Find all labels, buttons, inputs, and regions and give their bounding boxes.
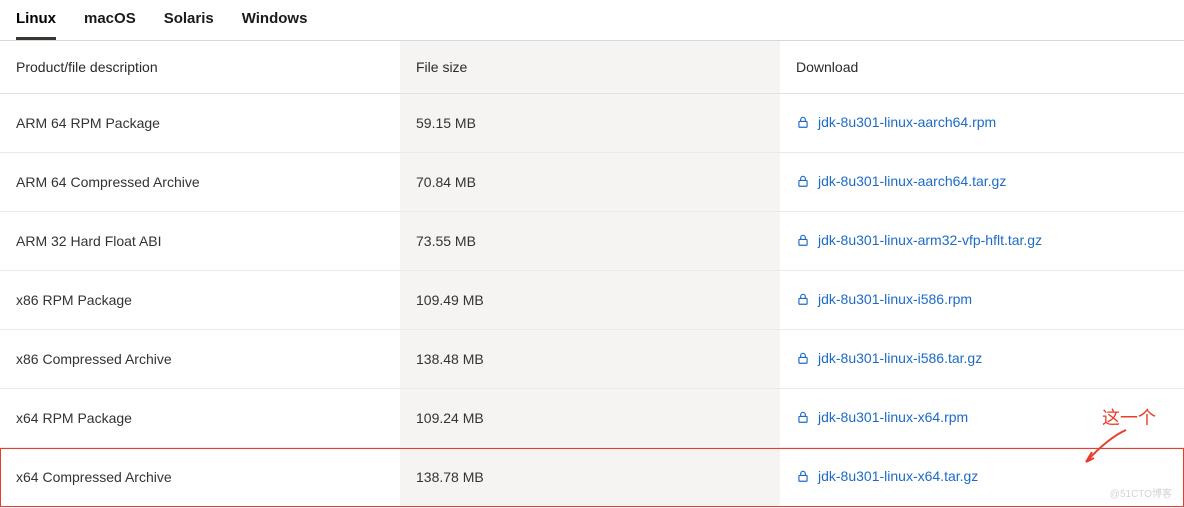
header-download: Download [780,41,1184,94]
header-description: Product/file description [0,41,400,94]
cell-file-size: 70.84 MB [400,153,780,212]
download-filename: jdk-8u301-linux-arm32-vfp-hflt.tar.gz [818,232,1042,248]
cell-file-size: 138.78 MB [400,448,780,507]
download-filename: jdk-8u301-linux-i586.tar.gz [818,350,982,366]
header-file-size: File size [400,41,780,94]
tab-solaris[interactable]: Solaris [164,10,214,40]
cell-download: jdk-8u301-linux-i586.tar.gz [780,330,1184,389]
download-link[interactable]: jdk-8u301-linux-i586.rpm [796,291,972,307]
download-filename: jdk-8u301-linux-x64.tar.gz [818,468,978,484]
os-tabs: Linux macOS Solaris Windows [0,0,1184,41]
download-link[interactable]: jdk-8u301-linux-arm32-vfp-hflt.tar.gz [796,232,1042,248]
cell-file-size: 109.24 MB [400,389,780,448]
cell-description: x86 Compressed Archive [0,330,400,389]
lock-icon [796,174,810,188]
tab-linux[interactable]: Linux [16,10,56,40]
cell-download: jdk-8u301-linux-aarch64.tar.gz [780,153,1184,212]
download-filename: jdk-8u301-linux-x64.rpm [818,409,968,425]
cell-description: x86 RPM Package [0,271,400,330]
download-filename: jdk-8u301-linux-i586.rpm [818,291,972,307]
lock-icon [796,233,810,247]
lock-icon [796,115,810,129]
annotation-text: 这一个 [1102,404,1156,430]
download-link[interactable]: jdk-8u301-linux-i586.tar.gz [796,350,982,366]
cell-file-size: 109.49 MB [400,271,780,330]
download-filename: jdk-8u301-linux-aarch64.rpm [818,114,996,130]
table-row: x64 Compressed Archive138.78 MB jdk-8u301… [0,448,1184,507]
table-row: x86 Compressed Archive138.48 MB jdk-8u301… [0,330,1184,389]
tab-macos[interactable]: macOS [84,10,136,40]
cell-download: jdk-8u301-linux-aarch64.rpm [780,94,1184,153]
cell-download: jdk-8u301-linux-i586.rpm [780,271,1184,330]
downloads-table: Product/file description File size Downl… [0,41,1184,507]
table-row: x86 RPM Package109.49 MB jdk-8u301-linux-… [0,271,1184,330]
download-link[interactable]: jdk-8u301-linux-aarch64.rpm [796,114,996,130]
lock-icon [796,410,810,424]
cell-description: ARM 64 RPM Package [0,94,400,153]
download-link[interactable]: jdk-8u301-linux-x64.tar.gz [796,468,978,484]
cell-description: ARM 32 Hard Float ABI [0,212,400,271]
annotation-arrow-icon [1078,428,1128,468]
lock-icon [796,351,810,365]
download-filename: jdk-8u301-linux-aarch64.tar.gz [818,173,1006,189]
table-row: ARM 32 Hard Float ABI73.55 MB jdk-8u301-l… [0,212,1184,271]
watermark: @51CTO博客 [1110,485,1172,500]
cell-description: x64 RPM Package [0,389,400,448]
table-row: x64 RPM Package109.24 MB jdk-8u301-linux-… [0,389,1184,448]
download-link[interactable]: jdk-8u301-linux-aarch64.tar.gz [796,173,1006,189]
cell-download: jdk-8u301-linux-arm32-vfp-hflt.tar.gz [780,212,1184,271]
table-row: ARM 64 Compressed Archive70.84 MB jdk-8u3… [0,153,1184,212]
cell-description: ARM 64 Compressed Archive [0,153,400,212]
tab-windows[interactable]: Windows [242,10,308,40]
cell-description: x64 Compressed Archive [0,448,400,507]
download-link[interactable]: jdk-8u301-linux-x64.rpm [796,409,968,425]
table-header-row: Product/file description File size Downl… [0,41,1184,94]
lock-icon [796,469,810,483]
cell-file-size: 138.48 MB [400,330,780,389]
cell-file-size: 59.15 MB [400,94,780,153]
table-row: ARM 64 RPM Package59.15 MB jdk-8u301-linu… [0,94,1184,153]
cell-file-size: 73.55 MB [400,212,780,271]
lock-icon [796,292,810,306]
